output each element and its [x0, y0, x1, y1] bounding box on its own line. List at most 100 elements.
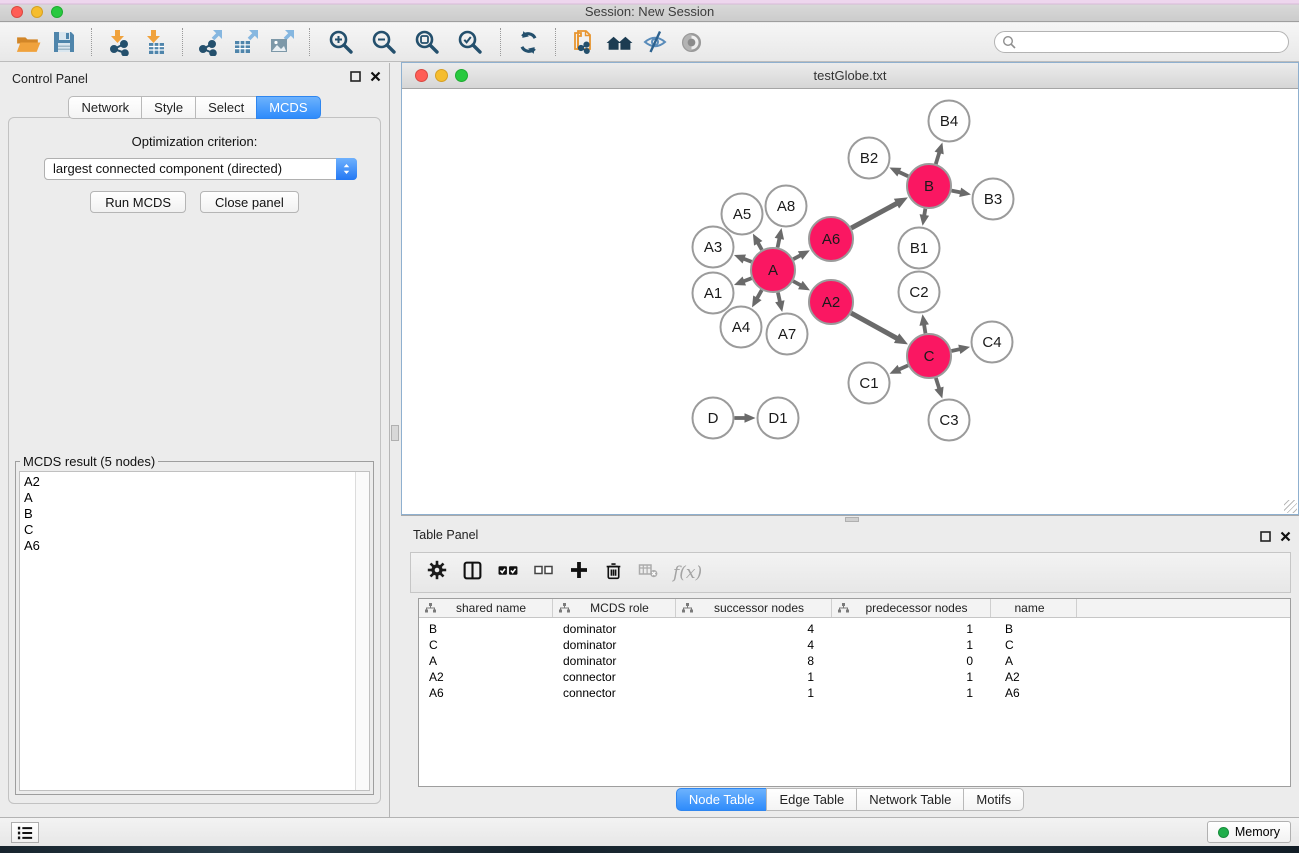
table-options-button[interactable] [427, 560, 447, 585]
tab-style[interactable]: Style [141, 96, 196, 119]
graph-edge-B-B2[interactable] [898, 172, 908, 177]
tab-network-table[interactable]: Network Table [856, 788, 964, 811]
hide-graphics-details-button[interactable] [637, 25, 673, 59]
mcds-result-item[interactable]: C [20, 522, 369, 538]
add-column-button[interactable] [569, 560, 589, 585]
float-panel-icon[interactable] [1260, 531, 1271, 542]
window-title: Session: New Session [0, 0, 1299, 24]
run-mcds-button[interactable]: Run MCDS [90, 191, 186, 213]
network-graph[interactable]: B4B2BB3A8A5A6A3B1AC2A1A2A4A7C4CC1DD1C3 [402, 89, 1298, 514]
open-session-button[interactable] [10, 25, 46, 59]
mcds-result-list[interactable]: A2ABCA6 [19, 471, 370, 791]
minimize-window-icon[interactable] [31, 6, 43, 18]
graph-edge-A-A2[interactable] [793, 281, 801, 285]
deselect-all-rows-button[interactable] [534, 560, 554, 585]
network-window-titlebar[interactable]: testGlobe.txt [402, 63, 1298, 89]
graph-edge-A2-C[interactable] [851, 313, 897, 339]
toolbar-separator [500, 28, 501, 56]
table-row[interactable]: Adominator80A [419, 653, 1290, 669]
column-header-name[interactable]: name [991, 599, 1077, 617]
export-network-button[interactable] [192, 25, 228, 59]
tab-network[interactable]: Network [68, 96, 142, 119]
table-cell: C [419, 637, 553, 653]
graph-edge-C-C4[interactable] [951, 349, 960, 351]
maximize-network-icon[interactable] [455, 69, 468, 82]
graph-edge-C-C1[interactable] [899, 365, 908, 369]
minimize-network-icon[interactable] [435, 69, 448, 82]
column-header-MCDS-role[interactable]: MCDS role [553, 599, 676, 617]
mcds-result-item[interactable]: A6 [20, 538, 369, 554]
show-graphics-details-button[interactable] [673, 25, 709, 59]
save-session-button[interactable] [46, 25, 82, 59]
split-view-button[interactable] [462, 560, 483, 586]
refresh-button[interactable] [510, 25, 546, 59]
graph-edge-A-A6[interactable] [793, 255, 801, 259]
tab-select[interactable]: Select [195, 96, 257, 119]
table-row[interactable]: A6connector11A6 [419, 685, 1290, 701]
import-table-button[interactable] [137, 25, 173, 59]
delete-columns-button[interactable] [604, 561, 623, 585]
scrollbar-track[interactable] [355, 472, 369, 790]
close-panel-button[interactable]: Close panel [200, 191, 299, 213]
network-canvas[interactable]: B4B2BB3A8A5A6A3B1AC2A1A2A4A7C4CC1DD1C3 [402, 89, 1298, 514]
graph-edge-A-A8[interactable] [778, 238, 780, 248]
zoom-out-button[interactable] [362, 25, 405, 59]
table-row[interactable]: A2connector11A2 [419, 669, 1290, 685]
search-input[interactable] [1016, 33, 1288, 51]
graph-edge-B-B3[interactable] [952, 191, 962, 193]
graph-edge-A-A1[interactable] [743, 278, 751, 281]
criterion-dropdown[interactable]: largest connected component (directed) [44, 158, 357, 180]
delete-table-button[interactable] [638, 560, 658, 585]
task-history-button[interactable] [11, 822, 39, 843]
table-row[interactable]: Cdominator41C [419, 637, 1290, 653]
tab-edge-table[interactable]: Edge Table [766, 788, 857, 811]
resize-grip-icon[interactable] [1284, 500, 1297, 513]
zoom-selected-button[interactable] [448, 25, 491, 59]
function-builder-button[interactable]: f(x) [673, 563, 702, 583]
graph-edge-A6-B[interactable] [851, 203, 897, 228]
mcds-result-item[interactable]: A2 [20, 474, 369, 490]
splitter-handle[interactable] [391, 425, 399, 441]
export-image-button[interactable] [264, 25, 300, 59]
column-header-shared-name[interactable]: shared name [419, 599, 553, 617]
graph-node-label: C2 [909, 284, 928, 301]
graph-edge-C-C3[interactable] [936, 378, 939, 389]
graph-edge-B-B4[interactable] [936, 152, 940, 164]
table-cell: 1 [832, 621, 991, 637]
zoom-fit-button[interactable] [405, 25, 448, 59]
column-header-successor-nodes[interactable]: successor nodes [676, 599, 832, 617]
mcds-result-item[interactable]: A [20, 490, 369, 506]
close-window-icon[interactable] [11, 6, 23, 18]
mcds-result-item[interactable]: B [20, 506, 369, 522]
graph-node-label: C1 [859, 375, 878, 392]
import-network-button[interactable] [101, 25, 137, 59]
column-header-predecessor-nodes[interactable]: predecessor nodes [832, 599, 991, 617]
horizontal-splitter[interactable] [401, 515, 1299, 522]
show-home-views-button[interactable] [601, 25, 637, 59]
graph-edge-A-A3[interactable] [743, 259, 751, 262]
tab-mcds[interactable]: MCDS [256, 96, 320, 119]
table-header-row: shared nameMCDS rolesuccessor nodesprede… [419, 599, 1290, 618]
graph-edge-A-A4[interactable] [757, 290, 762, 299]
zoom-window-icon[interactable] [51, 6, 63, 18]
zoom-in-button[interactable] [319, 25, 362, 59]
graph-edge-A-A7[interactable] [778, 292, 780, 302]
graph-edge-A-A5[interactable] [758, 242, 762, 249]
float-panel-icon[interactable] [350, 71, 361, 82]
close-panel-icon[interactable] [370, 71, 381, 82]
vertical-splitter[interactable] [390, 63, 401, 817]
tab-node-table[interactable]: Node Table [676, 788, 768, 811]
close-panel-icon[interactable] [1280, 531, 1291, 542]
graph-edge-C-C2[interactable] [924, 324, 925, 333]
graph-edge-B-B1[interactable] [924, 209, 925, 216]
export-table-button[interactable] [228, 25, 264, 59]
new-network-from-selection-button[interactable] [565, 25, 601, 59]
select-all-rows-button[interactable] [498, 560, 519, 586]
table-row[interactable]: Bdominator41B [419, 621, 1290, 637]
tab-motifs[interactable]: Motifs [963, 788, 1024, 811]
toolbar-separator [309, 28, 310, 56]
search-field[interactable] [994, 31, 1289, 53]
close-network-icon[interactable] [415, 69, 428, 82]
edge-arrowhead-icon [920, 214, 929, 226]
memory-button[interactable]: Memory [1207, 821, 1291, 843]
